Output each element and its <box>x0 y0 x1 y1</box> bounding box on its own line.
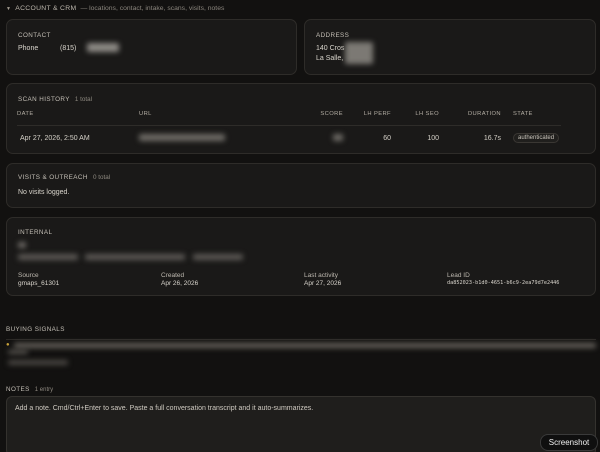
row-date: Apr 27, 2026, 2:50 AM <box>20 134 90 142</box>
section-subtitle: — locations, contact, intake, scans, vis… <box>80 5 225 12</box>
divider <box>6 339 596 340</box>
visits-empty-text: No visits logged. <box>18 189 70 196</box>
signal-redacted-line-3 <box>8 360 68 365</box>
source-label: Source <box>18 272 39 279</box>
address-line-1: 140 Cros <box>316 45 345 52</box>
created-label: Created <box>161 272 185 279</box>
row-state: authenticated <box>501 126 561 143</box>
scan-history-label: SCAN HISTORY 1 total <box>18 96 92 103</box>
address-label: ADDRESS <box>316 32 350 39</box>
contact-card: CONTACT Phone (815) <box>6 19 297 75</box>
notes-count: 1 entry <box>34 387 54 393</box>
internal-card: INTERNAL Source gmaps_61301 Created Apr … <box>6 217 596 296</box>
phone-label: Phone <box>18 45 39 52</box>
col-lh-perf: LH PERF <box>343 111 391 126</box>
bullet-icon: ● <box>6 342 10 348</box>
score-redacted <box>333 133 343 141</box>
row-lh-perf: 60 <box>383 134 391 142</box>
phone-redacted <box>87 43 119 52</box>
note-input[interactable]: Add a note. Cmd/Ctrl+Enter to save. Past… <box>6 396 596 452</box>
signal-redacted-line-1 <box>14 343 596 348</box>
row-score <box>297 126 343 144</box>
col-url: URL <box>139 111 297 126</box>
internal-label: INTERNAL <box>18 229 53 236</box>
phone-value[interactable]: (815) <box>60 45 76 52</box>
row-duration: 16.7s <box>483 134 501 142</box>
buying-signals-label: BUYING SIGNALS <box>6 326 65 333</box>
section-title: ACCOUNT & CRM <box>15 5 77 12</box>
screenshot-button[interactable]: Screenshot <box>540 434 598 451</box>
activity-label: Last activity <box>304 272 338 279</box>
status-badge: authenticated <box>513 133 560 143</box>
internal-redacted-1 <box>18 242 26 248</box>
scan-history-count: 1 total <box>74 96 93 103</box>
visits-title: VISITS & OUTREACH <box>18 174 88 181</box>
table-row[interactable]: Apr 27, 2026, 2:50 AM 60 100 16.7s authe… <box>17 126 561 144</box>
source-value: gmaps_61301 <box>18 280 60 287</box>
scan-history-table: DATE URL SCORE LH PERF LH SEO DURATION S… <box>17 111 561 143</box>
address-redacted <box>345 42 373 64</box>
lead-id-value[interactable]: da852023-b1d0-4651-b6c9-2ea79d7e2446 <box>447 280 559 286</box>
internal-redacted-2 <box>18 254 78 260</box>
section-header[interactable]: ▼ ACCOUNT & CRM — locations, contact, in… <box>6 5 224 12</box>
row-url[interactable] <box>139 126 297 144</box>
col-lh-seo: LH SEO <box>391 111 439 126</box>
col-state: STATE <box>501 111 561 126</box>
visits-count: 0 total <box>92 174 111 181</box>
address-line-2: La Salle, <box>316 55 344 62</box>
col-duration: DURATION <box>439 111 501 126</box>
notes-header: NOTES 1 entry <box>6 384 53 393</box>
col-score: SCORE <box>297 111 343 126</box>
note-placeholder: Add a note. Cmd/Ctrl+Enter to save. Past… <box>15 405 314 412</box>
caret-down-icon: ▼ <box>6 5 12 12</box>
internal-redacted-3 <box>85 254 185 260</box>
internal-redacted-4 <box>193 254 243 260</box>
col-date: DATE <box>17 111 139 126</box>
contact-label: CONTACT <box>18 32 51 39</box>
url-redacted <box>139 133 225 141</box>
address-card: ADDRESS 140 Cros La Salle, <box>304 19 596 75</box>
scan-history-title: SCAN HISTORY <box>18 96 70 103</box>
created-value: Apr 26, 2026 <box>161 280 199 287</box>
notes-label: NOTES <box>6 386 30 393</box>
lead-id-label: Lead ID <box>447 272 470 279</box>
row-lh-seo: 100 <box>427 134 439 142</box>
scan-history-card: SCAN HISTORY 1 total DATE URL SCORE LH P… <box>6 83 596 154</box>
activity-value: Apr 27, 2026 <box>304 280 342 287</box>
signal-redacted-line-2 <box>8 350 28 354</box>
visits-card: VISITS & OUTREACH 0 total No visits logg… <box>6 163 596 208</box>
visits-label: VISITS & OUTREACH 0 total <box>18 174 110 181</box>
